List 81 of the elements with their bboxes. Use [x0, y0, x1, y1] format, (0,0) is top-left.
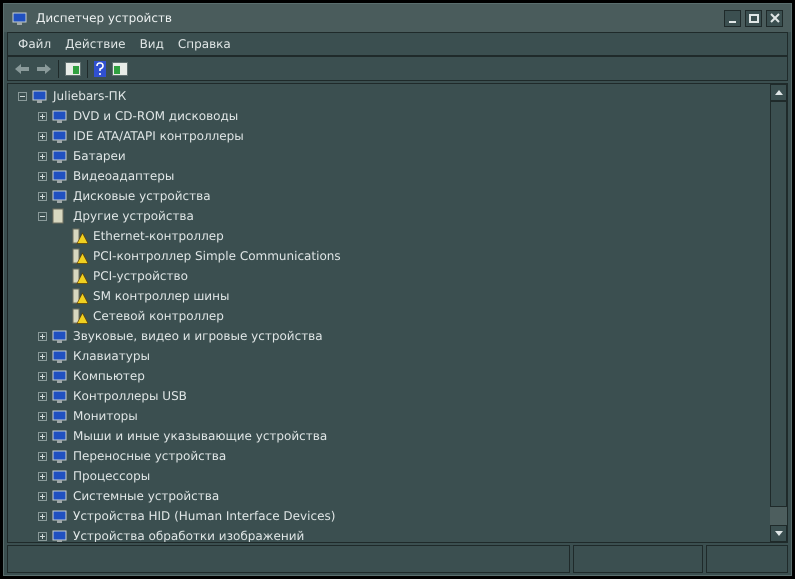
device-icon	[52, 348, 68, 364]
expand-icon[interactable]	[38, 432, 47, 440]
tree-item[interactable]: Сетевой контроллер	[93, 307, 224, 325]
up-arrow-icon	[774, 90, 782, 95]
warning-icon	[72, 228, 88, 244]
expand-icon[interactable]	[38, 492, 47, 500]
device-icon	[52, 468, 68, 484]
tree-item[interactable]: SM контроллер шины	[93, 287, 230, 305]
down-arrow-icon	[774, 531, 782, 536]
scroll-down-button[interactable]	[770, 525, 787, 542]
expand-icon[interactable]	[38, 152, 47, 160]
warning-icon	[72, 308, 88, 324]
expand-icon[interactable]	[38, 112, 47, 120]
collapse-icon[interactable]	[38, 212, 47, 220]
tree-item[interactable]: Батареи	[73, 147, 126, 165]
forward-icon[interactable]	[36, 62, 52, 74]
device-icon	[52, 168, 68, 184]
maximize-button[interactable]	[745, 10, 762, 26]
expand-icon[interactable]	[38, 512, 47, 520]
back-icon[interactable]	[14, 62, 30, 74]
close-icon	[770, 13, 780, 23]
expand-icon[interactable]	[38, 412, 47, 420]
tree-item[interactable]: Мониторы	[73, 407, 138, 425]
device-icon	[12, 10, 28, 26]
expand-icon[interactable]	[38, 192, 47, 200]
expand-icon[interactable]	[38, 132, 47, 140]
device-icon	[52, 148, 68, 164]
warning-icon	[72, 288, 88, 304]
expand-icon[interactable]	[38, 352, 47, 360]
tree-item[interactable]: Другие устройства	[73, 207, 194, 225]
device-icon	[52, 448, 68, 464]
device-icon	[52, 428, 68, 444]
panel-icon[interactable]	[65, 62, 81, 76]
minimize-button[interactable]	[724, 10, 741, 26]
collapse-icon[interactable]	[18, 92, 27, 100]
expand-icon[interactable]	[38, 372, 47, 380]
warning-icon	[72, 248, 88, 264]
tree-item[interactable]: Juliebars-ПК	[53, 87, 126, 105]
help-icon[interactable]	[94, 60, 106, 76]
tree-item[interactable]: Переносные устройства	[73, 447, 226, 465]
menu-item[interactable]: Файл	[18, 35, 52, 53]
tree-item[interactable]: Контроллеры USB	[73, 387, 187, 405]
window-title: Диспетчер устройств	[36, 10, 172, 27]
device-icon	[52, 528, 68, 542]
expand-icon[interactable]	[38, 392, 47, 400]
device-icon	[52, 408, 68, 424]
device-icon	[52, 368, 68, 384]
panel-icon[interactable]	[112, 62, 128, 76]
warning-icon	[72, 268, 88, 284]
tree-item[interactable]: DVD и CD-ROM дисководы	[73, 107, 238, 125]
expand-icon[interactable]	[38, 452, 47, 460]
menu-item[interactable]: Справка	[178, 35, 231, 53]
tree-item[interactable]: PCI-контроллер Simple Communications	[93, 247, 341, 265]
device-icon	[52, 328, 68, 344]
tree-item[interactable]: PCI-устройство	[93, 267, 188, 285]
device-icon	[52, 128, 68, 144]
device-icon	[52, 388, 68, 404]
tree-item[interactable]: Дисковые устройства	[73, 187, 211, 205]
tree-item[interactable]: Звуковые, видео и игровые устройства	[73, 327, 323, 345]
expand-icon[interactable]	[38, 332, 47, 340]
expand-icon[interactable]	[38, 472, 47, 480]
tree-item[interactable]: Устройства HID (Human Interface Devices)	[73, 507, 336, 525]
device-icon	[32, 88, 48, 104]
tree-item[interactable]: Системные устройства	[73, 487, 220, 505]
tree-item[interactable]: Клавиатуры	[73, 347, 150, 365]
expand-icon[interactable]	[38, 532, 47, 540]
device-icon	[52, 108, 68, 124]
tree-item[interactable]: Процессоры	[73, 467, 150, 485]
device-icon	[52, 188, 68, 204]
device-icon	[52, 488, 68, 504]
tree-item[interactable]: Ethernet-контроллер	[93, 227, 224, 245]
close-button[interactable]	[766, 10, 783, 26]
tree-item[interactable]: Видеоадаптеры	[73, 167, 174, 185]
scroll-up-button[interactable]	[770, 84, 787, 101]
tree-item[interactable]: Компьютер	[73, 367, 145, 385]
device-icon	[52, 508, 68, 524]
menu-item[interactable]: Действие	[65, 35, 126, 53]
tree-item[interactable]: Мыши и иные указывающие устройства	[73, 427, 328, 445]
menu-item[interactable]: Вид	[140, 35, 164, 53]
expand-icon[interactable]	[38, 172, 47, 180]
tree-item[interactable]: IDE ATA/ATAPI контроллеры	[73, 127, 244, 145]
